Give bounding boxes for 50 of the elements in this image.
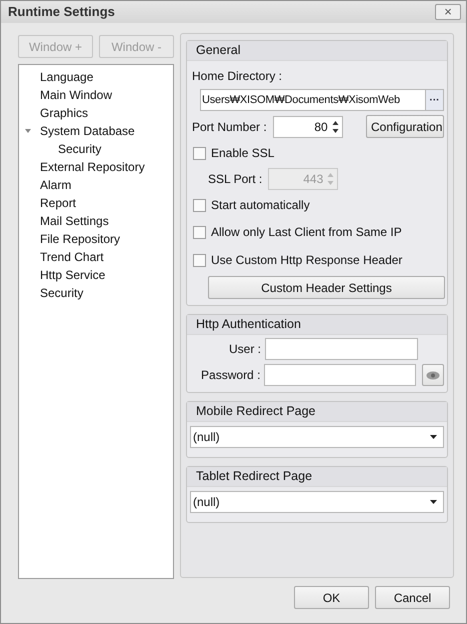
tree-item[interactable]: File Repository [40, 230, 120, 248]
spin-arrows-icon [327, 172, 334, 186]
field-label: Password : [200, 367, 260, 384]
field-label: User : [228, 341, 261, 358]
port-number-field[interactable]: 80 [272, 116, 343, 138]
dropdown[interactable]: (null) [190, 491, 444, 513]
tree-item[interactable]: Mail Settings [40, 212, 109, 230]
checkbox[interactable] [193, 254, 206, 266]
dialog-button[interactable]: OK [294, 586, 369, 609]
checkbox-label: Use Custom Http Response Header [211, 252, 402, 269]
field-label: Port Number : [192, 118, 267, 136]
field-label: Home Directory : [191, 68, 284, 85]
checkbox[interactable] [193, 198, 206, 212]
tree-item[interactable]: Main Window [40, 86, 112, 104]
checkbox-label: Enable SSL [211, 145, 274, 162]
group-title: Http Authentication [187, 315, 447, 335]
group-title: Tablet Redirect Page [187, 467, 447, 487]
show-password-button[interactable] [422, 364, 444, 386]
checkbox[interactable] [193, 226, 206, 238]
group-title: General [187, 41, 447, 61]
checkbox[interactable] [193, 146, 206, 160]
tree-item[interactable]: Security [40, 284, 84, 302]
dialog-button[interactable]: Cancel [375, 586, 450, 609]
input-field[interactable] [264, 364, 416, 386]
tree-item[interactable]: Graphics [40, 104, 88, 122]
dropdown[interactable]: (null) [190, 426, 444, 448]
home-directory-field[interactable]: Users₩XISOM₩Documents₩XisomWeb [200, 89, 426, 111]
tree-item[interactable]: Http Service [40, 266, 106, 284]
eye-icon [426, 370, 440, 380]
dropdown-arrow-icon [430, 500, 437, 504]
browse-button[interactable]: ··· [426, 89, 444, 111]
input-field[interactable] [265, 338, 418, 360]
group-title: Mobile Redirect Page [187, 402, 447, 422]
custom-header-button[interactable]: Custom Header Settings [208, 276, 445, 299]
checkbox-label: Allow only Last Client from Same IP [211, 224, 402, 241]
configuration-button[interactable]: Configuration [366, 115, 444, 138]
tree-item[interactable]: System Database [40, 122, 135, 140]
expand-arrow-icon[interactable] [24, 127, 32, 135]
tree-item[interactable]: Alarm [40, 176, 72, 194]
close-button[interactable]: × [435, 4, 461, 20]
checkbox-label: Start automatically [211, 197, 310, 214]
field-label: SSL Port : [208, 171, 262, 188]
tree-item[interactable]: Trend Chart [40, 248, 104, 266]
tree-item[interactable]: Security [58, 140, 102, 158]
spin-arrows-icon [332, 120, 339, 134]
tree-item[interactable]: Language [40, 68, 94, 86]
tree-item[interactable]: Report [40, 194, 76, 212]
tree-item[interactable]: External Repository [40, 158, 145, 176]
dropdown-arrow-icon [430, 435, 437, 439]
window-title: Runtime Settings [8, 3, 115, 22]
